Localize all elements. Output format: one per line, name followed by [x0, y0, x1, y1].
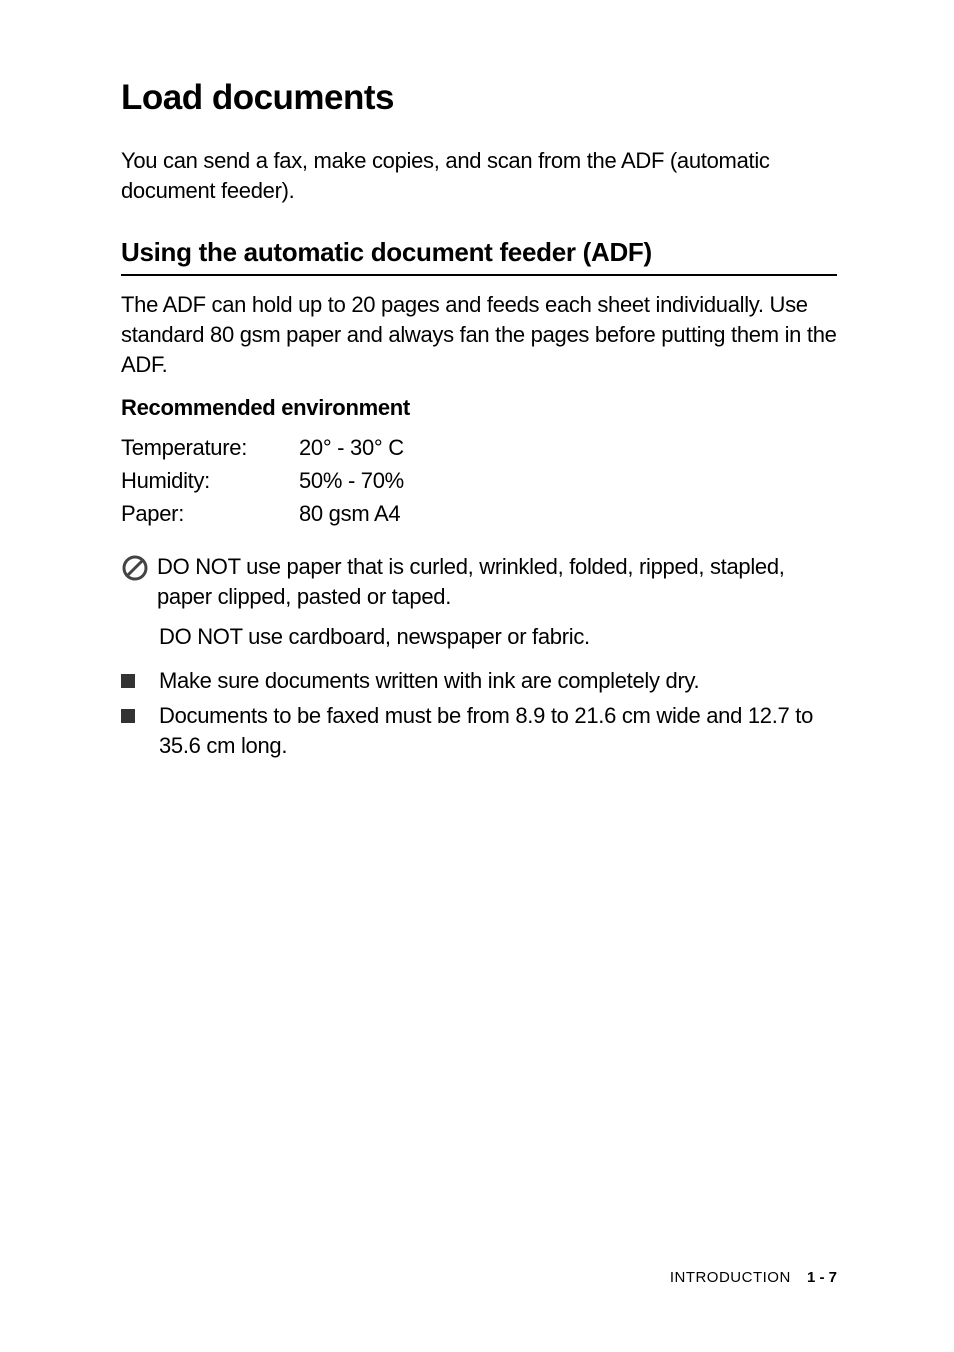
bullet-list: Make sure documents written with ink are… [121, 666, 837, 761]
section-heading: Using the automatic document feeder (ADF… [121, 237, 837, 276]
footer-page-number: 1 - 7 [807, 1269, 837, 1286]
page-footer: INTRODUCTION 1 - 7 [670, 1269, 837, 1286]
caution-text-2: DO NOT use cardboard, newspaper or fabri… [159, 622, 837, 652]
footer-section-label: INTRODUCTION [670, 1269, 791, 1286]
env-value-paper: 80 gsm A4 [299, 497, 837, 530]
environment-table: Temperature: 20° - 30° C Humidity: 50% -… [121, 431, 837, 530]
table-row: Paper: 80 gsm A4 [121, 497, 837, 530]
subsection-heading: Recommended environment [121, 395, 837, 421]
table-row: Temperature: 20° - 30° C [121, 431, 837, 464]
bullet-text: Make sure documents written with ink are… [159, 666, 837, 696]
env-label-humidity: Humidity: [121, 464, 299, 497]
section-paragraph: The ADF can hold up to 20 pages and feed… [121, 290, 837, 379]
bullet-icon [121, 674, 135, 688]
caution-text-1: DO NOT use paper that is curled, wrinkle… [157, 552, 837, 611]
table-row: Humidity: 50% - 70% [121, 464, 837, 497]
env-label-temperature: Temperature: [121, 431, 299, 464]
list-item: Documents to be faxed must be from 8.9 t… [121, 701, 837, 760]
env-label-paper: Paper: [121, 497, 299, 530]
prohibit-icon [121, 554, 149, 587]
env-value-humidity: 50% - 70% [299, 464, 837, 497]
intro-paragraph: You can send a fax, make copies, and sca… [121, 146, 837, 205]
list-item: Make sure documents written with ink are… [121, 666, 837, 696]
bullet-text: Documents to be faxed must be from 8.9 t… [159, 701, 837, 760]
bullet-icon [121, 709, 135, 723]
caution-block: DO NOT use paper that is curled, wrinkle… [121, 552, 837, 611]
page-title: Load documents [121, 78, 837, 118]
env-value-temperature: 20° - 30° C [299, 431, 837, 464]
